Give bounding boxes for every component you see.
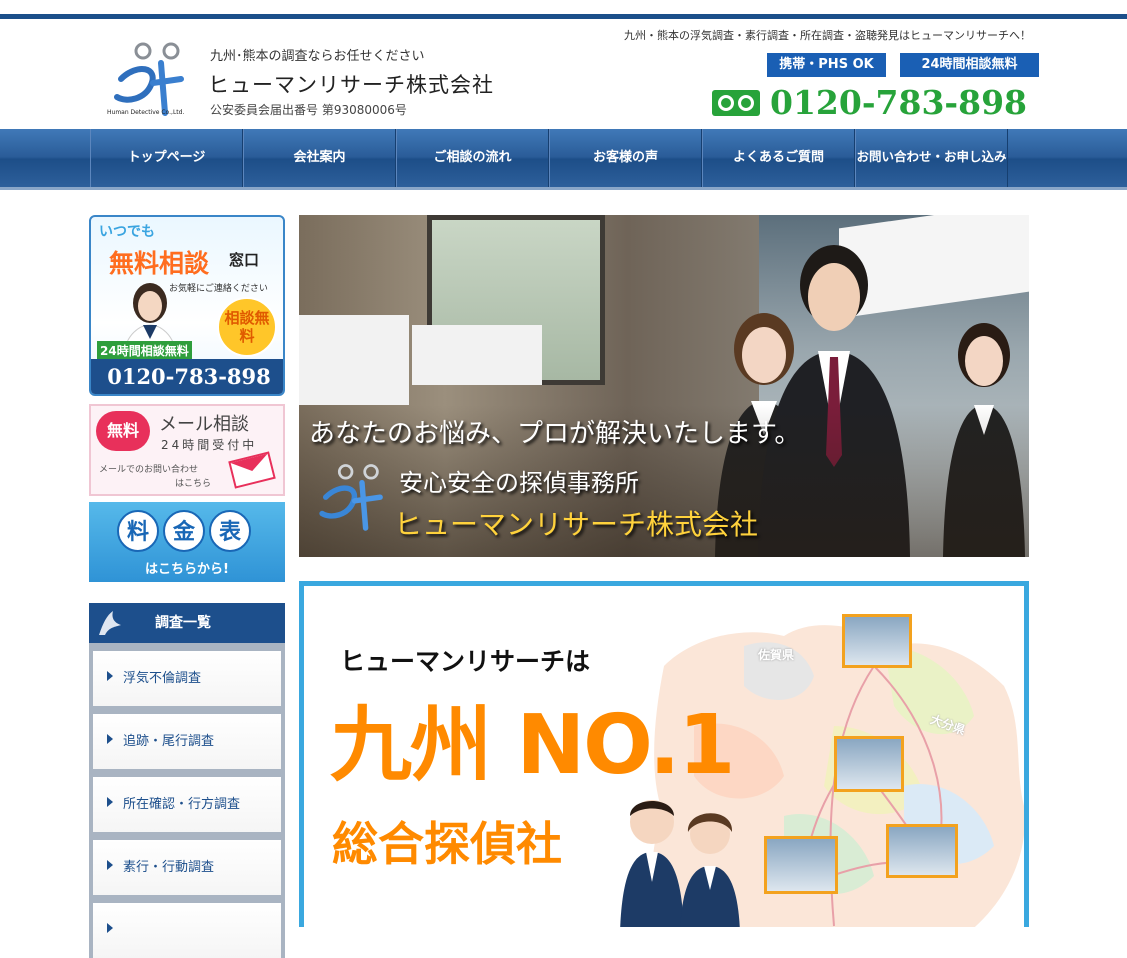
promo-line1: ヒューマンリサーチは bbox=[340, 647, 591, 676]
mail-banner-sub: 24時間受付中 bbox=[161, 438, 258, 452]
office-photo-3 bbox=[886, 824, 958, 878]
nav-top[interactable]: トップページ bbox=[90, 129, 243, 187]
license-number: 公安委員会届出番号 第93080006号 bbox=[210, 103, 407, 117]
free-banner-line3: 窓口 bbox=[229, 251, 260, 269]
nav-company[interactable]: 会社案内 bbox=[243, 129, 396, 187]
free-consult-banner[interactable]: いつでも 無料相談 窓口 お気軽にご連絡ください 相談無料 24時間相談無料 0… bbox=[89, 215, 285, 396]
price-char-1: 料 bbox=[117, 510, 159, 552]
menu-item-label: 所在確認・行方調査 bbox=[123, 797, 241, 812]
hero-logo-icon bbox=[319, 464, 383, 531]
arrow-right-icon bbox=[107, 671, 113, 681]
nav-flow[interactable]: ご相談の流れ bbox=[396, 129, 549, 187]
mobile-ok-badge: 携帯・PHS OK bbox=[767, 53, 886, 77]
freedial-icon bbox=[712, 90, 760, 116]
promo-line3: 総合探偵社 bbox=[332, 817, 562, 871]
header-top-note: 九州・熊本の浮気調査・素行調査・所在調査・盗聴発見はヒューマンリサーチへ！ bbox=[624, 29, 1031, 42]
nav-voices[interactable]: お客様の声 bbox=[549, 129, 702, 187]
arrow-right-icon bbox=[107, 860, 113, 870]
office-photo-1 bbox=[842, 614, 912, 668]
hawk-icon bbox=[99, 611, 121, 635]
free-banner-line4: お気軽にご連絡ください bbox=[169, 284, 268, 294]
menu-item-behavior[interactable]: 素行・行動調査 bbox=[93, 832, 281, 895]
menu-item-label: 素行・行動調査 bbox=[123, 860, 215, 875]
menu-title: 調査一覧 bbox=[155, 615, 211, 631]
office-photo-2 bbox=[834, 736, 904, 792]
menu-item-locate[interactable]: 所在確認・行方調査 bbox=[93, 769, 281, 832]
hero-subhead: 安心安全の探偵事務所 bbox=[399, 469, 639, 497]
menu-item-label: 浮気不倫調査 bbox=[123, 671, 202, 686]
nav-faq[interactable]: よくあるご質問 bbox=[702, 129, 855, 187]
mail-consult-banner[interactable]: 無料 メール相談 24時間受付中 メールでのお問い合わせ はこちら bbox=[89, 404, 285, 496]
kyushu-no1-banner[interactable]: 佐賀県 大分県 ヒューマンリサーチは 九州 NO.1 総合探偵社 bbox=[299, 581, 1029, 927]
arrow-right-icon bbox=[107, 734, 113, 744]
hero-banner: あなたのお悩み、プロが解決いたします。 安心安全の探偵事務所 ヒューマンリサーチ… bbox=[299, 215, 1029, 557]
envelope-icon bbox=[228, 451, 276, 489]
site-header: Human Detective Co.,Ltd. 九州･熊本の調査ならお任せくだ… bbox=[0, 19, 1127, 129]
hero-window-sign-2 bbox=[412, 325, 542, 385]
menu-item-label: 追跡・尾行調査 bbox=[123, 734, 215, 749]
logo-caption: Human Detective Co.,Ltd. bbox=[107, 109, 185, 116]
free-banner-line1: いつでも bbox=[99, 224, 155, 240]
free-consult-circle: 相談無料 bbox=[217, 297, 277, 357]
menu-item-affair[interactable]: 浮気不倫調査 bbox=[93, 643, 281, 706]
hero-window-sign bbox=[299, 315, 409, 405]
arrow-right-icon bbox=[107, 923, 113, 933]
hero-headline: あなたのお悩み、プロが解決いたします。 bbox=[309, 419, 801, 449]
price-char-2: 金 bbox=[163, 510, 205, 552]
header-tagline: 九州･熊本の調査ならお任せください bbox=[210, 49, 425, 64]
mail-banner-note2: はこちら bbox=[175, 479, 212, 489]
price-list-banner[interactable]: 料 金 表 はこちらから! bbox=[89, 502, 285, 582]
free-banner-phone: 0120-783-898 bbox=[91, 359, 283, 394]
hero-company: ヒューマンリサーチ株式会社 bbox=[394, 508, 759, 541]
company-name[interactable]: ヒューマンリサーチ株式会社 bbox=[208, 69, 494, 99]
mascot-staff-image bbox=[620, 800, 740, 927]
mail-free-badge: 無料 bbox=[96, 411, 150, 451]
free-banner-line2: 無料相談 bbox=[109, 249, 210, 278]
menu-header: 調査一覧 bbox=[89, 603, 285, 643]
phone-number[interactable]: 0120-783-898 bbox=[770, 83, 1027, 122]
price-char-3: 表 bbox=[209, 510, 251, 552]
saga-label: 佐賀県 bbox=[758, 648, 795, 662]
24h-consult-badge: 24時間相談無料 bbox=[900, 53, 1039, 77]
free-banner-24h: 24時間相談無料 bbox=[97, 341, 192, 360]
price-banner-sub: はこちらから! bbox=[145, 562, 229, 577]
investigation-menu: 調査一覧 浮気不倫調査 追跡・尾行調査 所在確認・行方調査 素行・行動調査 bbox=[89, 603, 285, 958]
arrow-right-icon bbox=[107, 797, 113, 807]
mail-banner-title: メール相談 bbox=[159, 414, 249, 435]
nav-contact[interactable]: お問い合わせ・お申し込み bbox=[855, 129, 1008, 187]
promo-line2: 九州 NO.1 bbox=[330, 698, 735, 793]
main-nav: トップページ 会社案内 ご相談の流れ お客様の声 よくあるご質問 お問い合わせ・… bbox=[0, 129, 1127, 190]
office-photo-4 bbox=[764, 836, 838, 894]
mail-banner-note1: メールでのお問い合わせ bbox=[99, 465, 199, 475]
menu-item-tailing[interactable]: 追跡・尾行調査 bbox=[93, 706, 281, 769]
